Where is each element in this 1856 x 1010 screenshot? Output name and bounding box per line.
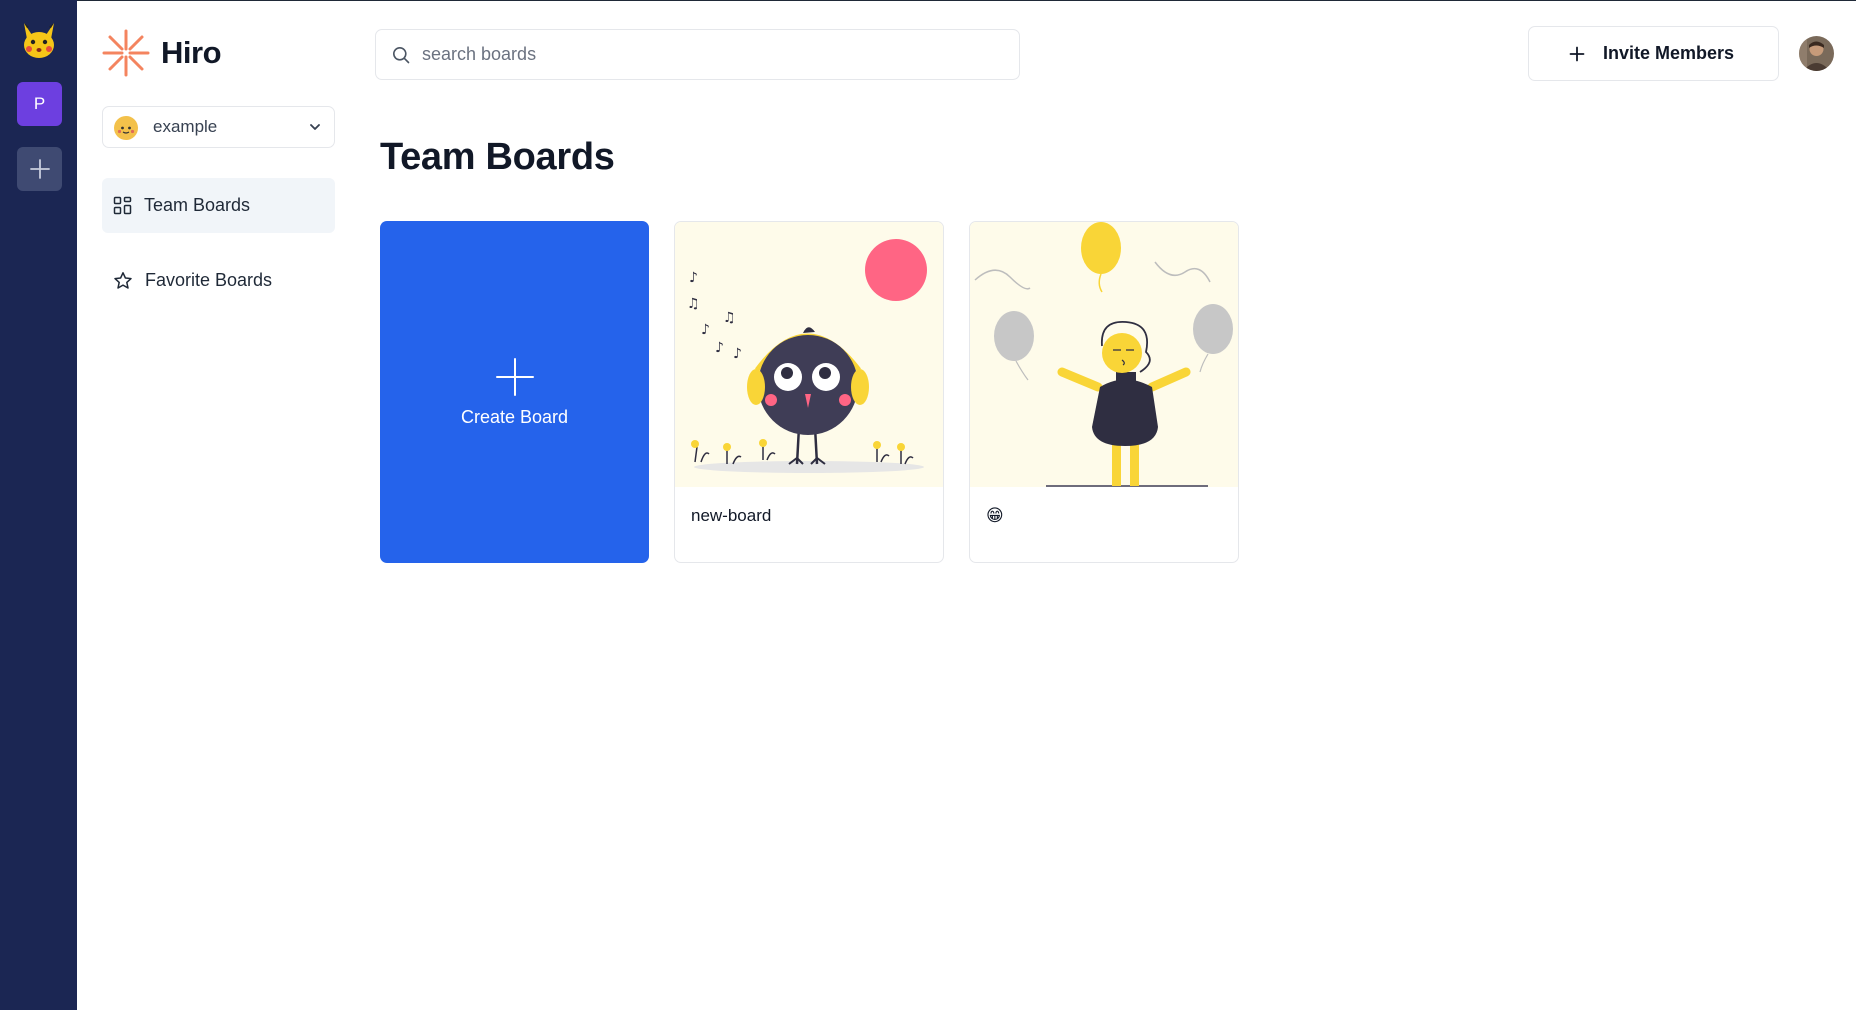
board-name: new-board xyxy=(691,506,772,525)
plus-icon xyxy=(1569,46,1585,61)
person-balloons-illustration-icon xyxy=(970,222,1238,487)
brand-name: Hiro xyxy=(161,35,222,70)
svg-text:♫: ♫ xyxy=(723,310,736,326)
grid-icon xyxy=(113,196,132,215)
workspace-button[interactable]: P xyxy=(17,82,62,126)
workspace-initial: P xyxy=(33,94,46,113)
star-icon xyxy=(114,271,132,289)
svg-text:♪: ♪ xyxy=(701,322,710,338)
team-selector[interactable]: example xyxy=(102,106,335,148)
invite-members-label: Invite Members xyxy=(1603,43,1735,63)
pikachu-logo-icon[interactable] xyxy=(18,19,60,61)
window-top-border xyxy=(0,0,1856,1)
bird-headphones-illustration-icon: ♪♫ ♫♪ ♪ ♪ xyxy=(675,222,943,487)
plus-icon xyxy=(495,357,534,396)
svg-text:♪: ♪ xyxy=(689,270,698,286)
sidebar-item-team-boards[interactable]: Team Boards xyxy=(102,178,335,233)
sidebar-item-label: Favorite Boards xyxy=(145,270,273,290)
svg-text:♪: ♪ xyxy=(715,340,724,356)
search-icon xyxy=(393,46,410,63)
workspace-rail: P xyxy=(0,0,77,1010)
svg-text:♫: ♫ xyxy=(687,296,700,312)
team-name: example xyxy=(153,117,218,136)
add-workspace-button[interactable] xyxy=(17,147,62,191)
chevron-down-icon xyxy=(310,124,320,130)
create-board-button[interactable]: Create Board xyxy=(380,221,649,563)
sidebar-item-label: Team Boards xyxy=(144,195,251,215)
plus-icon xyxy=(29,159,50,179)
team-avatar-icon xyxy=(114,116,138,140)
user-avatar[interactable] xyxy=(1799,36,1834,71)
board-card[interactable]: ♪ ♫ ♫ ♪ ♪ ♪ new-board xyxy=(674,221,944,563)
invite-members-button[interactable]: Invite Members xyxy=(1528,26,1779,81)
hiro-logo-icon xyxy=(102,29,150,77)
brand: Hiro xyxy=(101,28,222,78)
user-photo-icon xyxy=(1799,36,1834,71)
board-name: 😁 xyxy=(986,506,1004,525)
page-title: Team Boards xyxy=(380,136,615,178)
search-bar[interactable] xyxy=(375,29,1020,80)
sidebar-item-favorite-boards[interactable]: Favorite Boards xyxy=(102,253,335,308)
svg-text:♪: ♪ xyxy=(733,346,742,362)
create-board-label: Create Board xyxy=(460,406,569,427)
search-input[interactable] xyxy=(422,44,982,65)
board-card[interactable]: 😁 xyxy=(969,221,1239,563)
